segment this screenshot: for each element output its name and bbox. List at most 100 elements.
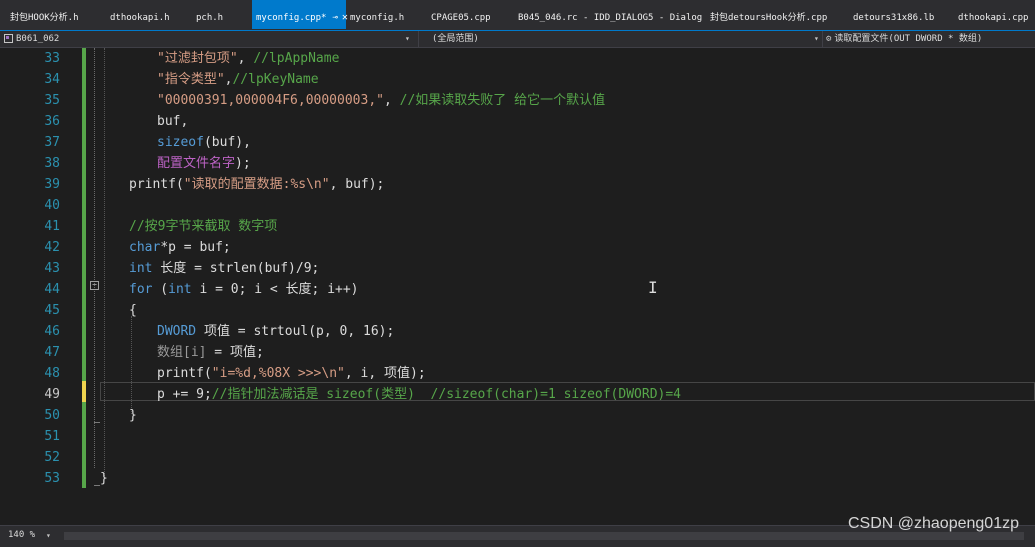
code-token-plain: (buf), xyxy=(203,135,251,150)
code-line[interactable]: for (int i = 0; i < 长度; i++) xyxy=(129,279,359,300)
code-editor[interactable]: 33 34 35 36 37 38 39 40 41 42 43 44 45 46 47 48 49 50 51 52… xyxy=(0,48,1035,525)
code-line[interactable]: DWORD 项值 = strtoul(p, 0, 16); xyxy=(157,321,394,342)
document-tab-bar: 封包HOOK分析.h dthookapi.h pch.h myconfig.cp… xyxy=(0,0,1035,31)
zoom-level[interactable]: 140 % xyxy=(8,526,35,545)
line-number: 53 xyxy=(44,471,60,486)
unsaved-change-bar xyxy=(82,381,86,402)
code-token-comment: //lpAppName xyxy=(253,51,340,66)
tab-label: CPAGE05.cpp xyxy=(431,13,491,23)
code-token-keyword: sizeof xyxy=(157,135,204,150)
code-line[interactable]: } xyxy=(129,405,137,426)
code-token-keyword: DWORD xyxy=(157,324,197,339)
tab-dialog-rc[interactable]: B045_046.rc - IDD_DIALOG5 - Dialog xyxy=(514,0,706,30)
horizontal-scrollbar[interactable] xyxy=(64,532,1024,540)
tab-label: myconfig.cpp* xyxy=(256,13,327,23)
tab-label: 封包detoursHook分析.cpp xyxy=(710,13,828,23)
code-token-plain: buf, xyxy=(157,114,189,129)
tab-detours-lib[interactable]: detours31x86.lb xyxy=(849,0,938,30)
project-dropdown[interactable]: B061_062 xyxy=(0,31,420,47)
line-number: 34 xyxy=(44,72,60,87)
indent-guide xyxy=(104,48,105,478)
code-token-str: "指令类型" xyxy=(157,72,225,87)
line-number: 43 xyxy=(44,261,60,276)
line-number: 52 xyxy=(44,450,60,465)
code-token-comment: //指针加法减话是 sizeof(类型) //sizeof(char)=1 si… xyxy=(211,387,681,402)
line-number: 40 xyxy=(44,198,60,213)
code-token-plain: , buf); xyxy=(329,177,385,192)
code-line[interactable]: 配置文件名字); xyxy=(157,153,251,174)
code-token-plain: *p = buf; xyxy=(160,240,231,255)
line-number: 51 xyxy=(44,429,60,444)
tab-label: 封包HOOK分析.h xyxy=(10,13,79,23)
function-dropdown[interactable]: ⚙ 读取配置文件(OUT DWORD * 数组) xyxy=(826,31,1026,47)
outline-end xyxy=(94,422,100,423)
tab-pch-h[interactable]: pch.h xyxy=(192,0,227,30)
chevron-down-icon[interactable]: ▾ xyxy=(814,31,819,47)
code-token-plain: ( xyxy=(152,282,169,297)
tab-dthookapi-h[interactable]: dthookapi.h xyxy=(106,0,174,30)
tab-dthookapi-cpp[interactable]: dthookapi.cpp xyxy=(954,0,1032,30)
code-token-keyword: for xyxy=(129,282,153,297)
code-line[interactable]: { xyxy=(129,300,137,321)
code-token-plain: printf( xyxy=(157,366,212,381)
tab-label: dthookapi.h xyxy=(110,13,170,23)
divider xyxy=(418,31,419,47)
line-number: 35 xyxy=(44,93,60,108)
code-token-plain: = 项值; xyxy=(206,345,264,360)
code-line[interactable]: printf("i=%d,%08X >>>\n", i, 项值); xyxy=(157,363,426,384)
scope-dropdown[interactable]: (全局范围) xyxy=(432,31,812,47)
code-line[interactable]: buf, xyxy=(157,111,188,132)
code-line[interactable]: "指令类型",//lpKeyName xyxy=(157,69,319,90)
method-icon: ⚙ xyxy=(826,34,832,44)
chevron-down-icon[interactable]: ▾ xyxy=(405,31,410,47)
change-tracking-bar xyxy=(82,48,86,488)
code-token-comment: //如果读取失败了 给它一个默认值 xyxy=(399,93,606,108)
code-token-comment: //lpKeyName xyxy=(232,72,319,87)
code-token-str: "00000391,000004F6,00000003," xyxy=(157,93,384,108)
line-number: 41 xyxy=(44,219,60,234)
code-token-str: "过滤封包项" xyxy=(157,51,238,66)
code-line[interactable]: p += 9;//指针加法减话是 sizeof(类型) //sizeof(cha… xyxy=(157,384,681,405)
line-number: 39 xyxy=(44,177,60,192)
outline-line xyxy=(94,48,95,468)
code-line[interactable]: printf("读取的配置数据:%s\n", buf); xyxy=(129,174,384,195)
code-line[interactable]: sizeof(buf), xyxy=(157,132,251,153)
project-label: B061_062 xyxy=(16,34,60,44)
collapse-icon[interactable]: − xyxy=(90,281,99,290)
line-number: 37 xyxy=(44,135,60,150)
code-line[interactable]: "00000391,000004F6,00000003,", //如果读取失败了… xyxy=(157,90,605,111)
code-token-comment: //按9字节来截取 数字项 xyxy=(129,219,278,234)
tab-label: dthookapi.cpp xyxy=(958,13,1029,23)
tab-detours-hook-cpp[interactable]: 封包detoursHook分析.cpp xyxy=(706,0,831,30)
code-token-plain: p += 9; xyxy=(157,387,212,402)
tab-label: detours31x86.lb xyxy=(853,13,935,23)
tab-cpage05-cpp[interactable]: CPAGE05.cpp xyxy=(427,0,495,30)
code-token-macro: 配置文件名字 xyxy=(157,156,236,171)
tab-myconfig-cpp[interactable]: myconfig.cpp* ⊸ ✕ xyxy=(252,0,348,29)
tab-label: B045_046.rc - IDD_DIALOG5 - Dialog xyxy=(518,13,703,23)
tab-fengbao-hook-h[interactable]: 封包HOOK分析.h xyxy=(6,0,83,30)
code-token-param: 数组[i] xyxy=(157,345,207,360)
code-token-keyword: char xyxy=(129,240,161,255)
line-number: 47 xyxy=(44,345,60,360)
navigation-bar: B061_062 ▾ (全局范围) ▾ ⚙ 读取配置文件(OUT DWORD * … xyxy=(0,31,1035,48)
code-token-plain: , xyxy=(383,93,400,108)
code-token-plain: printf( xyxy=(129,177,184,192)
line-number: 33 xyxy=(44,51,60,66)
code-line[interactable]: char*p = buf; xyxy=(129,237,231,258)
tab-myconfig-h[interactable]: myconfig.h xyxy=(346,0,408,30)
code-token-keyword: int xyxy=(168,282,192,297)
line-number: 36 xyxy=(44,114,60,129)
line-number: 45 xyxy=(44,303,60,318)
code-line[interactable]: int 长度 = strlen(buf)/9; xyxy=(129,258,319,279)
code-line[interactable]: 数组[i] = 项值; xyxy=(157,342,264,363)
chevron-down-icon[interactable]: ▾ xyxy=(46,526,51,545)
code-line[interactable]: } xyxy=(100,468,108,489)
code-line[interactable]: //按9字节来截取 数字项 xyxy=(129,216,277,237)
code-token-plain: , i, 项值); xyxy=(344,366,426,381)
scope-label: (全局范围) xyxy=(432,34,479,44)
code-line[interactable]: "过滤封包项", //lpAppName xyxy=(157,48,339,69)
line-number: 38 xyxy=(44,156,60,171)
pin-icon[interactable]: ⊸ xyxy=(332,13,337,23)
line-number: 48 xyxy=(44,366,60,381)
